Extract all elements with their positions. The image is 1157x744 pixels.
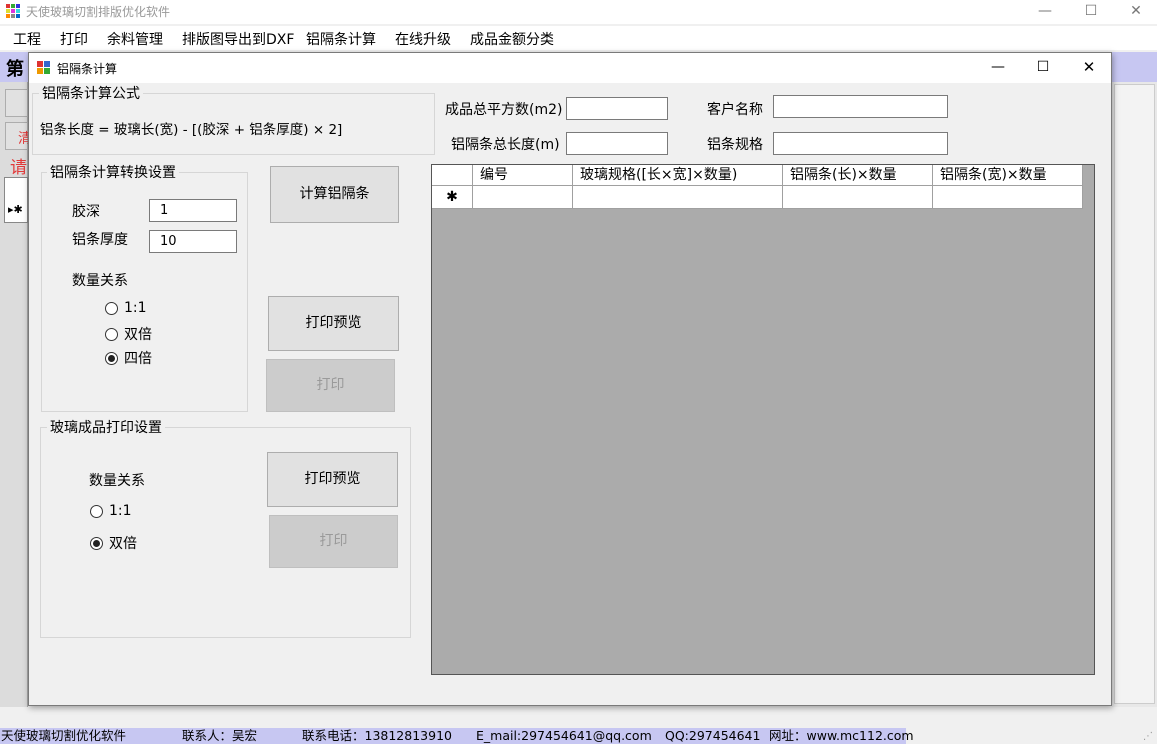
- conversion-group-title: 铝隔条计算转换设置: [47, 162, 179, 182]
- spec-label: 铝条规格: [707, 137, 763, 153]
- grid-cell[interactable]: [473, 186, 573, 209]
- glass-print-group-title: 玻璃成品打印设置: [47, 417, 165, 437]
- qty-relation-label: 数量关系: [72, 273, 128, 289]
- ratio-quad-label: 四倍: [124, 351, 152, 367]
- status-strip: 天使玻璃切割优化软件 联系人：吴宏 联系电话：13812813910 E_mai…: [0, 728, 914, 744]
- customer-label: 客户名称: [707, 102, 763, 118]
- background-grid-fragment: [4, 177, 28, 223]
- background-right-bar: [1114, 84, 1155, 704]
- glue-depth-label: 胶深: [72, 204, 100, 220]
- grid-cell[interactable]: [783, 186, 933, 209]
- strip-thickness-label: 铝条厚度: [72, 232, 128, 248]
- dialog-title: 铝隔条计算: [57, 62, 118, 76]
- print-button-1[interactable]: 打印: [266, 359, 395, 412]
- formula-group: 铝隔条计算公式 铝条长度 = 玻璃长(宽) - [(胶深 + 铝条厚度) × 2…: [32, 83, 435, 155]
- glass-ratio-double-label: 双倍: [109, 536, 137, 552]
- glass-ratio-double-radio[interactable]: 双倍: [90, 533, 137, 553]
- grid-header-strip-width[interactable]: 铝隔条(宽)×数量: [933, 165, 1083, 186]
- glue-depth-field[interactable]: 1: [149, 199, 237, 222]
- status-contact: 联系人：吴宏: [182, 728, 258, 743]
- dialog-maximize-icon[interactable]: ☐: [1020, 56, 1066, 80]
- status-email: E_mail:297454641@qq.com: [476, 728, 652, 743]
- calculate-button[interactable]: 计算铝隔条: [270, 166, 399, 223]
- ratio-1-1-radio[interactable]: 1:1: [105, 300, 147, 316]
- radio-circle: [105, 327, 118, 341]
- menu-aluminum-calc[interactable]: 铝隔条计算: [306, 29, 376, 49]
- ratio-double-label: 双倍: [124, 327, 152, 343]
- print-button-2[interactable]: 打印: [269, 515, 398, 568]
- dialog-app-icon: [37, 61, 50, 74]
- background-button[interactable]: [5, 89, 28, 117]
- spec-field[interactable]: [773, 132, 948, 155]
- grid-header-glass-spec[interactable]: 玻璃规格([长×宽]×数量): [573, 165, 783, 186]
- customer-field[interactable]: [773, 95, 948, 118]
- total-length-label: 铝隔条总长度(m): [451, 137, 560, 153]
- total-area-label: 成品总平方数(m2): [445, 102, 563, 118]
- glass-qty-label: 数量关系: [89, 473, 145, 489]
- menu-project[interactable]: 工程: [13, 29, 41, 49]
- background-row-marker: ▸✱: [8, 203, 23, 216]
- radio-circle: [90, 504, 103, 518]
- formula-text: 铝条长度 = 玻璃长(宽) - [(胶深 + 铝条厚度) × 2]: [40, 122, 343, 138]
- grid-cell[interactable]: [573, 186, 783, 209]
- menu-remnant[interactable]: 余料管理: [107, 29, 163, 49]
- aluminum-spacer-dialog: 铝隔条计算 — ☐ ✕ 铝隔条计算公式 铝条长度 = 玻璃长(宽) - [(胶深…: [28, 52, 1112, 706]
- menu-amount-class[interactable]: 成品金额分类: [470, 29, 554, 49]
- grid-corner-header: [432, 165, 473, 186]
- status-website: 网址：www.mc112.com: [769, 728, 914, 743]
- formula-group-title: 铝隔条计算公式: [39, 83, 143, 103]
- minimize-icon[interactable]: —: [1022, 0, 1068, 24]
- app-icon: [6, 4, 20, 18]
- dialog-minimize-icon[interactable]: —: [975, 56, 1021, 80]
- radio-circle: [105, 301, 118, 315]
- print-preview-button-1[interactable]: 打印预览: [268, 296, 399, 351]
- background-label-fragment: 第: [6, 59, 24, 80]
- glass-ratio-1-1-label: 1:1: [109, 503, 132, 519]
- grid-header-id[interactable]: 编号: [473, 165, 573, 186]
- menu-bar: 工程 打印 余料管理 排版图导出到DXF 铝隔条计算 在线升级 成品金额分类: [0, 26, 1157, 50]
- maximize-icon[interactable]: ☐: [1068, 0, 1114, 24]
- ratio-quad-radio[interactable]: 四倍: [105, 348, 152, 368]
- menu-export-dxf[interactable]: 排版图导出到DXF: [182, 29, 294, 49]
- strip-thickness-field[interactable]: 10: [149, 230, 237, 253]
- grid-new-row-marker[interactable]: ✱: [432, 186, 473, 209]
- conversion-group: 铝隔条计算转换设置 胶深 1 铝条厚度 10 数量关系 1:1 双倍 四倍: [41, 162, 248, 412]
- background-hint-fragment: 请: [10, 158, 27, 178]
- radio-circle-selected: [105, 351, 118, 365]
- status-qq: QQ:297454641: [665, 728, 761, 743]
- ratio-1-1-label: 1:1: [124, 300, 147, 316]
- total-area-field[interactable]: [566, 97, 668, 120]
- close-icon[interactable]: ✕: [1113, 0, 1157, 24]
- radio-circle-selected: [90, 536, 103, 550]
- dialog-close-icon[interactable]: ✕: [1066, 56, 1112, 80]
- grid-header-strip-length[interactable]: 铝隔条(长)×数量: [783, 165, 933, 186]
- results-grid[interactable]: 编号 玻璃规格([长×宽]×数量) 铝隔条(长)×数量 铝隔条(宽)×数量 ✱: [431, 164, 1095, 675]
- dialog-titlebar: 铝隔条计算 — ☐ ✕: [29, 53, 1111, 83]
- main-window-title: 天使玻璃切割排版优化软件: [26, 5, 171, 19]
- menu-upgrade[interactable]: 在线升级: [395, 29, 451, 49]
- background-clear-button[interactable]: 清: [5, 122, 32, 150]
- resize-grip-icon[interactable]: ⋰: [1143, 731, 1155, 743]
- ratio-double-radio[interactable]: 双倍: [105, 324, 152, 344]
- glass-print-group: 玻璃成品打印设置 数量关系 1:1 双倍 打印预览 打印: [40, 417, 411, 638]
- total-length-field[interactable]: [566, 132, 668, 155]
- menu-print[interactable]: 打印: [60, 29, 88, 49]
- grid-cell[interactable]: [933, 186, 1083, 209]
- print-preview-button-2[interactable]: 打印预览: [267, 452, 398, 507]
- glass-ratio-1-1-radio[interactable]: 1:1: [90, 503, 132, 519]
- status-app-name: 天使玻璃切割优化软件: [1, 728, 127, 743]
- status-phone: 联系电话：13812813910: [302, 728, 452, 743]
- main-titlebar: 天使玻璃切割排版优化软件 — ☐ ✕: [0, 0, 1157, 24]
